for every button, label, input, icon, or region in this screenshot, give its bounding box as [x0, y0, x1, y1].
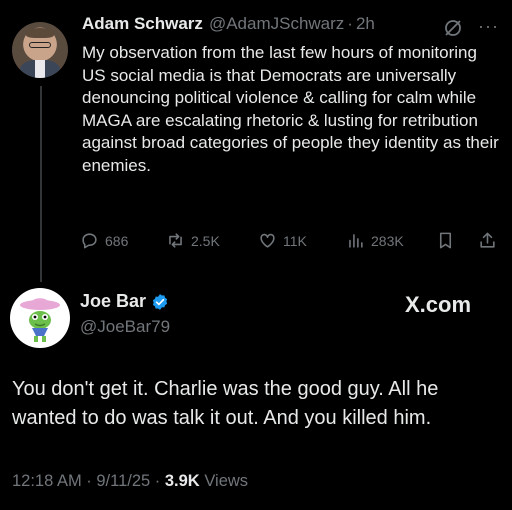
reply-count: 686 [105, 232, 129, 249]
verified-badge-icon [152, 293, 168, 310]
repost-count: 2.5K [191, 232, 220, 249]
reply-views-count: 3.9K [164, 472, 200, 490]
reply-tweet-text: You don't get it. Charlie was the good g… [12, 378, 439, 429]
reply-tweet-meta: 12:18 AM · 9/11/25 · 3.9K Views [12, 472, 248, 491]
more-icon[interactable]: ··· [478, 16, 499, 37]
separator-dot: · [347, 14, 353, 33]
reply-author-handle[interactable]: @JoeBar79 [80, 317, 170, 337]
reply-views-label: Views [199, 472, 249, 490]
author-name[interactable]: Adam Schwarz [82, 14, 203, 34]
parent-tweet-header: Adam Schwarz @AdamJSchwarz · 2h [82, 14, 502, 34]
reply-icon [82, 233, 97, 249]
x-watermark: X.com [405, 292, 472, 317]
views-button[interactable]: 283K [346, 231, 404, 250]
thread-connector-line [40, 86, 42, 282]
like-button[interactable]: 11K [258, 231, 307, 250]
bookmark-button[interactable] [436, 231, 461, 250]
share-icon [480, 232, 495, 248]
reply-author-name[interactable]: Joe Bar [80, 291, 146, 312]
reply-tweet-header: Joe Bar @JoeBar79 [80, 291, 170, 337]
share-button[interactable] [478, 231, 503, 250]
tweet-time[interactable]: 2h [356, 14, 375, 34]
like-count: 11K [283, 232, 307, 249]
bookmark-icon [439, 232, 452, 249]
author-handle[interactable]: @AdamJSchwarz [209, 14, 344, 34]
parent-tweet[interactable]: Adam Schwarz @AdamJSchwarz · 2h ··· My o… [82, 14, 502, 178]
views-icon [349, 234, 363, 248]
like-icon [260, 233, 275, 248]
avatar-adam-schwarz[interactable] [12, 22, 68, 78]
repost-button[interactable]: 2.5K [166, 231, 220, 250]
parent-tweet-text: My observation from the last few hours o… [82, 43, 499, 175]
grok-icon[interactable] [443, 18, 463, 38]
reply-timestamp[interactable]: 12:18 AM · 9/11/25 · [12, 472, 165, 490]
frog-cowboy-avatar-icon [20, 298, 60, 342]
parent-tweet-actions: 686 2.5K 11K 283K [80, 231, 506, 253]
repost-icon [169, 233, 182, 248]
avatar-joe-bar[interactable] [10, 288, 70, 348]
reply-button[interactable]: 686 [80, 231, 128, 250]
views-count: 283K [371, 232, 404, 249]
